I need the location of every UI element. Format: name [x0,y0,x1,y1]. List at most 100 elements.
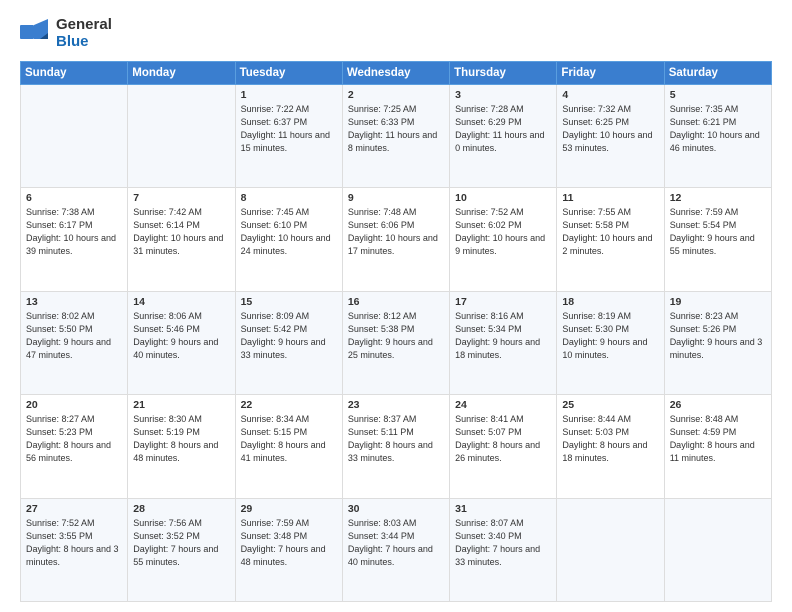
calendar-body: 1 Sunrise: 7:22 AM Sunset: 6:37 PM Daylig… [21,84,772,602]
day-info: Sunrise: 7:56 AM Sunset: 3:52 PM Dayligh… [133,517,229,569]
day-info: Sunrise: 8:03 AM Sunset: 3:44 PM Dayligh… [348,517,444,569]
day-info: Sunrise: 7:35 AM Sunset: 6:21 PM Dayligh… [670,103,766,155]
day-number: 11 [562,192,658,204]
day-number: 18 [562,296,658,308]
calendar-cell: 27 Sunrise: 7:52 AM Sunset: 3:55 PM Dayli… [21,498,128,602]
calendar-cell: 15Sunrise: 8:09 AM Sunset: 5:42 PM Dayli… [235,291,342,395]
day-info: Sunrise: 7:25 AM Sunset: 6:33 PM Dayligh… [348,103,444,155]
day-number: 1 [241,89,337,101]
calendar-cell: 7 Sunrise: 7:42 AM Sunset: 6:14 PM Daylig… [128,188,235,292]
day-number: 13 [26,296,122,308]
calendar-cell: 16 Sunrise: 8:12 AM Sunset: 5:38 PM Dayli… [342,291,449,395]
calendar-cell: 29 Sunrise: 7:59 AM Sunset: 3:48 PM Dayli… [235,498,342,602]
calendar-cell: 23 Sunrise: 8:37 AM Sunset: 5:11 PM Dayli… [342,395,449,499]
calendar-cell: 13 Sunrise: 8:02 AM Sunset: 5:50 PM Dayli… [21,291,128,395]
calendar-cell [664,498,771,602]
calendar-cell: 18 Sunrise: 8:19 AM Sunset: 5:30 PM Dayli… [557,291,664,395]
day-info: Sunrise: 7:22 AM Sunset: 6:37 PM Dayligh… [241,103,337,155]
calendar-header: SundayMondayTuesdayWednesdayThursdayFrid… [21,61,772,84]
weekday-row: SundayMondayTuesdayWednesdayThursdayFrid… [21,61,772,84]
day-info: Sunrise: 8:34 AM Sunset: 5:15 PM Dayligh… [241,413,337,465]
calendar-cell: 26Sunrise: 8:48 AM Sunset: 4:59 PM Dayli… [664,395,771,499]
calendar-cell: 6 Sunrise: 7:38 AM Sunset: 6:17 PM Daylig… [21,188,128,292]
day-info: Sunrise: 8:19 AM Sunset: 5:30 PM Dayligh… [562,310,658,362]
calendar-cell: 17 Sunrise: 8:16 AM Sunset: 5:34 PM Dayli… [450,291,557,395]
day-number: 17 [455,296,551,308]
day-number: 20 [26,399,122,411]
calendar-cell: 24 Sunrise: 8:41 AM Sunset: 5:07 PM Dayli… [450,395,557,499]
day-info: Sunrise: 8:06 AM Sunset: 5:46 PM Dayligh… [133,310,229,362]
calendar-cell: 31 Sunrise: 8:07 AM Sunset: 3:40 PM Dayli… [450,498,557,602]
day-info: Sunrise: 8:16 AM Sunset: 5:34 PM Dayligh… [455,310,551,362]
day-number: 12 [670,192,766,204]
calendar-cell: 30 Sunrise: 8:03 AM Sunset: 3:44 PM Dayli… [342,498,449,602]
calendar-cell: 11 Sunrise: 7:55 AM Sunset: 5:58 PM Dayli… [557,188,664,292]
day-info: Sunrise: 7:52 AM Sunset: 6:02 PM Dayligh… [455,206,551,258]
calendar-week-row: 13 Sunrise: 8:02 AM Sunset: 5:50 PM Dayli… [21,291,772,395]
day-number: 16 [348,296,444,308]
day-number: 27 [26,503,122,515]
header: General Blue [20,16,772,51]
calendar-cell: 20 Sunrise: 8:27 AM Sunset: 5:23 PM Dayli… [21,395,128,499]
day-info: Sunrise: 8:48 AM Sunset: 4:59 PM Dayligh… [670,413,766,465]
weekday-header: Saturday [664,61,771,84]
day-number: 23 [348,399,444,411]
day-number: 2 [348,89,444,101]
logo-icon [20,17,52,49]
day-number: 3 [455,89,551,101]
calendar-cell: 9 Sunrise: 7:48 AM Sunset: 6:06 PM Daylig… [342,188,449,292]
calendar-cell: 5 Sunrise: 7:35 AM Sunset: 6:21 PM Daylig… [664,84,771,188]
calendar-table: SundayMondayTuesdayWednesdayThursdayFrid… [20,61,772,603]
day-info: Sunrise: 7:59 AM Sunset: 3:48 PM Dayligh… [241,517,337,569]
page: General Blue SundayMondayTuesdayWednesda… [0,0,792,612]
day-info: Sunrise: 8:07 AM Sunset: 3:40 PM Dayligh… [455,517,551,569]
day-info: Sunrise: 8:44 AM Sunset: 5:03 PM Dayligh… [562,413,658,465]
weekday-header: Wednesday [342,61,449,84]
day-number: 21 [133,399,229,411]
day-number: 6 [26,192,122,204]
calendar-cell [128,84,235,188]
logo-blue: Blue [56,33,112,50]
calendar-cell: 19Sunrise: 8:23 AM Sunset: 5:26 PM Dayli… [664,291,771,395]
day-number: 5 [670,89,766,101]
day-number: 31 [455,503,551,515]
day-info: Sunrise: 8:37 AM Sunset: 5:11 PM Dayligh… [348,413,444,465]
day-number: 4 [562,89,658,101]
day-number: 30 [348,503,444,515]
calendar-week-row: 20 Sunrise: 8:27 AM Sunset: 5:23 PM Dayli… [21,395,772,499]
day-info: Sunrise: 7:28 AM Sunset: 6:29 PM Dayligh… [455,103,551,155]
calendar-cell: 22Sunrise: 8:34 AM Sunset: 5:15 PM Dayli… [235,395,342,499]
day-number: 7 [133,192,229,204]
logo-general: General [56,16,112,33]
weekday-header: Monday [128,61,235,84]
calendar-cell: 1 Sunrise: 7:22 AM Sunset: 6:37 PM Daylig… [235,84,342,188]
day-info: Sunrise: 8:41 AM Sunset: 5:07 PM Dayligh… [455,413,551,465]
day-info: Sunrise: 8:12 AM Sunset: 5:38 PM Dayligh… [348,310,444,362]
day-info: Sunrise: 7:38 AM Sunset: 6:17 PM Dayligh… [26,206,122,258]
day-info: Sunrise: 8:09 AM Sunset: 5:42 PM Dayligh… [241,310,337,362]
calendar-cell: 4Sunrise: 7:32 AM Sunset: 6:25 PM Daylig… [557,84,664,188]
weekday-header: Sunday [21,61,128,84]
calendar-cell: 21 Sunrise: 8:30 AM Sunset: 5:19 PM Dayli… [128,395,235,499]
calendar-cell: 25Sunrise: 8:44 AM Sunset: 5:03 PM Dayli… [557,395,664,499]
day-info: Sunrise: 8:27 AM Sunset: 5:23 PM Dayligh… [26,413,122,465]
calendar-cell: 28Sunrise: 7:56 AM Sunset: 3:52 PM Dayli… [128,498,235,602]
weekday-header: Thursday [450,61,557,84]
day-number: 9 [348,192,444,204]
day-info: Sunrise: 8:02 AM Sunset: 5:50 PM Dayligh… [26,310,122,362]
logo: General Blue [20,16,112,51]
weekday-header: Tuesday [235,61,342,84]
day-number: 8 [241,192,337,204]
day-info: Sunrise: 7:52 AM Sunset: 3:55 PM Dayligh… [26,517,122,569]
day-info: Sunrise: 7:42 AM Sunset: 6:14 PM Dayligh… [133,206,229,258]
day-info: Sunrise: 8:30 AM Sunset: 5:19 PM Dayligh… [133,413,229,465]
calendar-week-row: 6 Sunrise: 7:38 AM Sunset: 6:17 PM Daylig… [21,188,772,292]
calendar-cell: 3 Sunrise: 7:28 AM Sunset: 6:29 PM Daylig… [450,84,557,188]
day-info: Sunrise: 7:48 AM Sunset: 6:06 PM Dayligh… [348,206,444,258]
day-number: 29 [241,503,337,515]
calendar-cell: 8Sunrise: 7:45 AM Sunset: 6:10 PM Daylig… [235,188,342,292]
day-info: Sunrise: 7:59 AM Sunset: 5:54 PM Dayligh… [670,206,766,258]
day-number: 24 [455,399,551,411]
weekday-header: Friday [557,61,664,84]
day-info: Sunrise: 7:55 AM Sunset: 5:58 PM Dayligh… [562,206,658,258]
